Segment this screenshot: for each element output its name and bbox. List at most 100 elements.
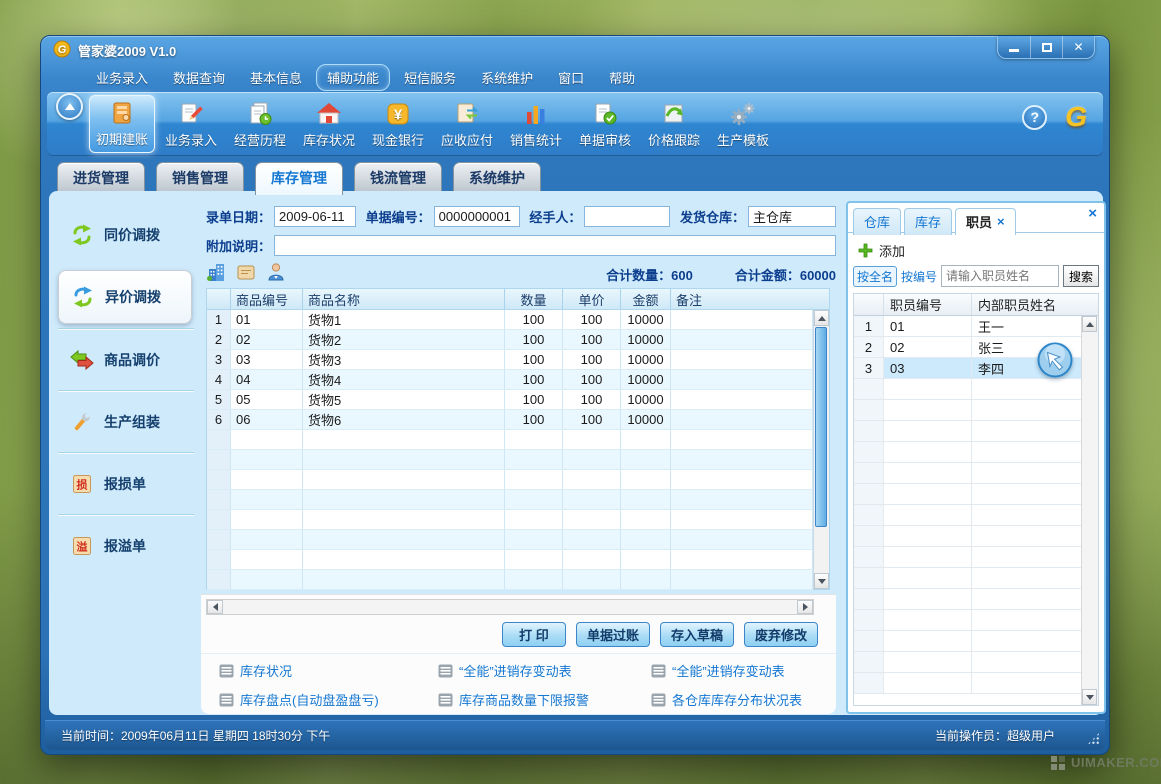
warehouse-picker-icon[interactable] [206,262,226,287]
scroll-left-button[interactable] [207,600,223,614]
empty-staff-row[interactable] [854,400,1098,421]
empty-row[interactable] [207,490,813,510]
sidebar-item-production-assembly[interactable]: 生产组装 [58,390,194,452]
menu-item-sms-service[interactable]: 短信服务 [393,64,467,91]
toolbar-doc-audit-button[interactable]: 单据审核 [572,95,638,153]
horizontal-scrollbar[interactable] [206,599,814,615]
link-upper-limit-alert[interactable]: “全能”进销存变动表 [438,661,651,680]
toolbar-price-tracking-button[interactable]: 价格跟踪 [641,95,707,153]
sidebar-item-overflow-report[interactable]: 溢 报溢单 [58,514,194,576]
empty-staff-row[interactable] [854,631,1098,652]
empty-staff-row[interactable] [854,463,1098,484]
toolbar-receivable-payable-button[interactable]: 应收应付 [434,95,500,153]
filter-by-code[interactable]: 按编号 [901,268,937,285]
warehouse-input[interactable] [748,206,836,227]
empty-staff-row[interactable] [854,610,1098,631]
picker-tab-warehouse[interactable]: 仓库 [853,208,901,235]
toolbar-business-entry-button[interactable]: 业务录入 [158,95,224,153]
toolbar-production-template-button[interactable]: 生产模板 [710,95,776,153]
item-row[interactable]: 505货物510010010000 [207,390,813,410]
maximize-button[interactable] [1030,36,1062,58]
empty-row[interactable] [207,450,813,470]
empty-staff-row[interactable] [854,589,1098,610]
order-date-input[interactable] [274,206,356,227]
sidebar-item-price-adjust[interactable]: 商品调价 [58,328,194,390]
staff-row[interactable]: 101王一 [854,316,1098,337]
link-warehouse-distribution[interactable]: 各仓库库存分布状况表 [651,690,828,709]
item-row[interactable]: 606货物610010010000 [207,410,813,430]
sidebar-item-loss-report[interactable]: 损 报损单 [58,452,194,514]
empty-row[interactable] [207,470,813,490]
toolbar-business-history-button[interactable]: 经营历程 [227,95,293,153]
menu-item-data-query[interactable]: 数据查询 [162,64,236,91]
menu-item-aux-functions[interactable]: 辅助功能 [316,64,390,91]
empty-staff-row[interactable] [854,484,1098,505]
current-time-text: 当前时间：2009年06月11日 星期四 18时30分 下午 [61,727,330,744]
toolbar-initial-setup-button[interactable]: 初期建账 [89,95,155,153]
menu-item-help[interactable]: 帮助 [598,64,646,91]
handler-input[interactable] [584,206,670,227]
tab-inventory-management[interactable]: 库存管理 [255,162,343,195]
menu-item-basic-info[interactable]: 基本信息 [239,64,313,91]
empty-staff-row[interactable] [854,568,1098,589]
item-row[interactable]: 202货物210010010000 [207,330,813,350]
item-row[interactable]: 101货物110010010000 [207,310,813,330]
empty-row[interactable] [207,510,813,530]
doc-number-input[interactable] [434,206,520,227]
empty-row[interactable] [207,430,813,450]
scroll-up-button[interactable] [1082,316,1097,332]
scrollbar-thumb[interactable] [815,327,827,527]
staff-scrollbar[interactable] [1081,316,1098,705]
menu-item-business-entry[interactable]: 业务录入 [85,64,159,91]
empty-staff-row[interactable] [854,673,1098,694]
add-staff-button[interactable]: 添加 [858,241,905,260]
panel-close-icon[interactable]: × [1088,205,1097,222]
discard-changes-button[interactable]: 废弃修改 [744,622,818,647]
empty-staff-row[interactable] [854,421,1098,442]
staff-picker-icon[interactable] [266,262,286,287]
link-inventory-status[interactable]: 库存状况 [219,661,438,680]
note-input[interactable] [274,235,836,256]
empty-staff-row[interactable] [854,547,1098,568]
item-row[interactable]: 404货物410010010000 [207,370,813,390]
close-button[interactable]: ✕ [1062,36,1094,58]
scroll-up-button[interactable] [814,310,829,326]
link-stocktake[interactable]: 库存盘点(自动盘盈盘亏) [219,690,438,709]
empty-staff-row[interactable] [854,526,1098,547]
toolbar-sales-stats-button[interactable]: 销售统计 [503,95,569,153]
help-button[interactable]: ? [1022,105,1047,130]
sidebar-item-diff-price-transfer[interactable]: 异价调拨 [58,270,192,324]
empty-row[interactable] [207,570,813,590]
menu-item-window[interactable]: 窗口 [547,64,595,91]
empty-row[interactable] [207,530,813,550]
picker-tab-staff[interactable]: 职员× [955,208,1016,235]
menu-item-system-maintenance[interactable]: 系统维护 [470,64,544,91]
item-row[interactable]: 303货物310010010000 [207,350,813,370]
goods-picker-icon[interactable] [236,262,256,287]
minimize-button[interactable] [998,36,1030,58]
scroll-right-button[interactable] [797,600,813,614]
tab-close-icon[interactable]: × [997,214,1005,229]
scroll-down-button[interactable] [1082,689,1097,705]
search-button[interactable]: 搜索 [1063,265,1099,287]
picker-tab-stock[interactable]: 库存 [904,208,952,235]
filter-by-fullname[interactable]: 按全名 [853,266,897,287]
sidebar-item-same-price-transfer[interactable]: 同价调拨 [58,204,194,266]
post-document-button[interactable]: 单据过账 [576,622,650,647]
collapse-toolbar-button[interactable] [56,93,83,120]
empty-staff-row[interactable] [854,442,1098,463]
link-lower-limit-alert[interactable]: 库存商品数量下限报警 [438,690,651,709]
toolbar-cash-bank-button[interactable]: ¥ 现金银行 [365,95,431,153]
resize-grip-icon[interactable] [1087,732,1100,745]
link-almighty-flow-report[interactable]: “全能”进销存变动表 [651,661,828,680]
scroll-down-button[interactable] [814,573,829,589]
empty-staff-row[interactable] [854,652,1098,673]
empty-staff-row[interactable] [854,379,1098,400]
empty-row[interactable] [207,550,813,570]
empty-staff-row[interactable] [854,505,1098,526]
staff-search-input[interactable] [941,265,1059,287]
save-draft-button[interactable]: 存入草稿 [660,622,734,647]
print-button[interactable]: 打 印 [502,622,566,647]
vertical-scrollbar[interactable] [813,310,829,589]
toolbar-inventory-status-button[interactable]: 库存状况 [296,95,362,153]
